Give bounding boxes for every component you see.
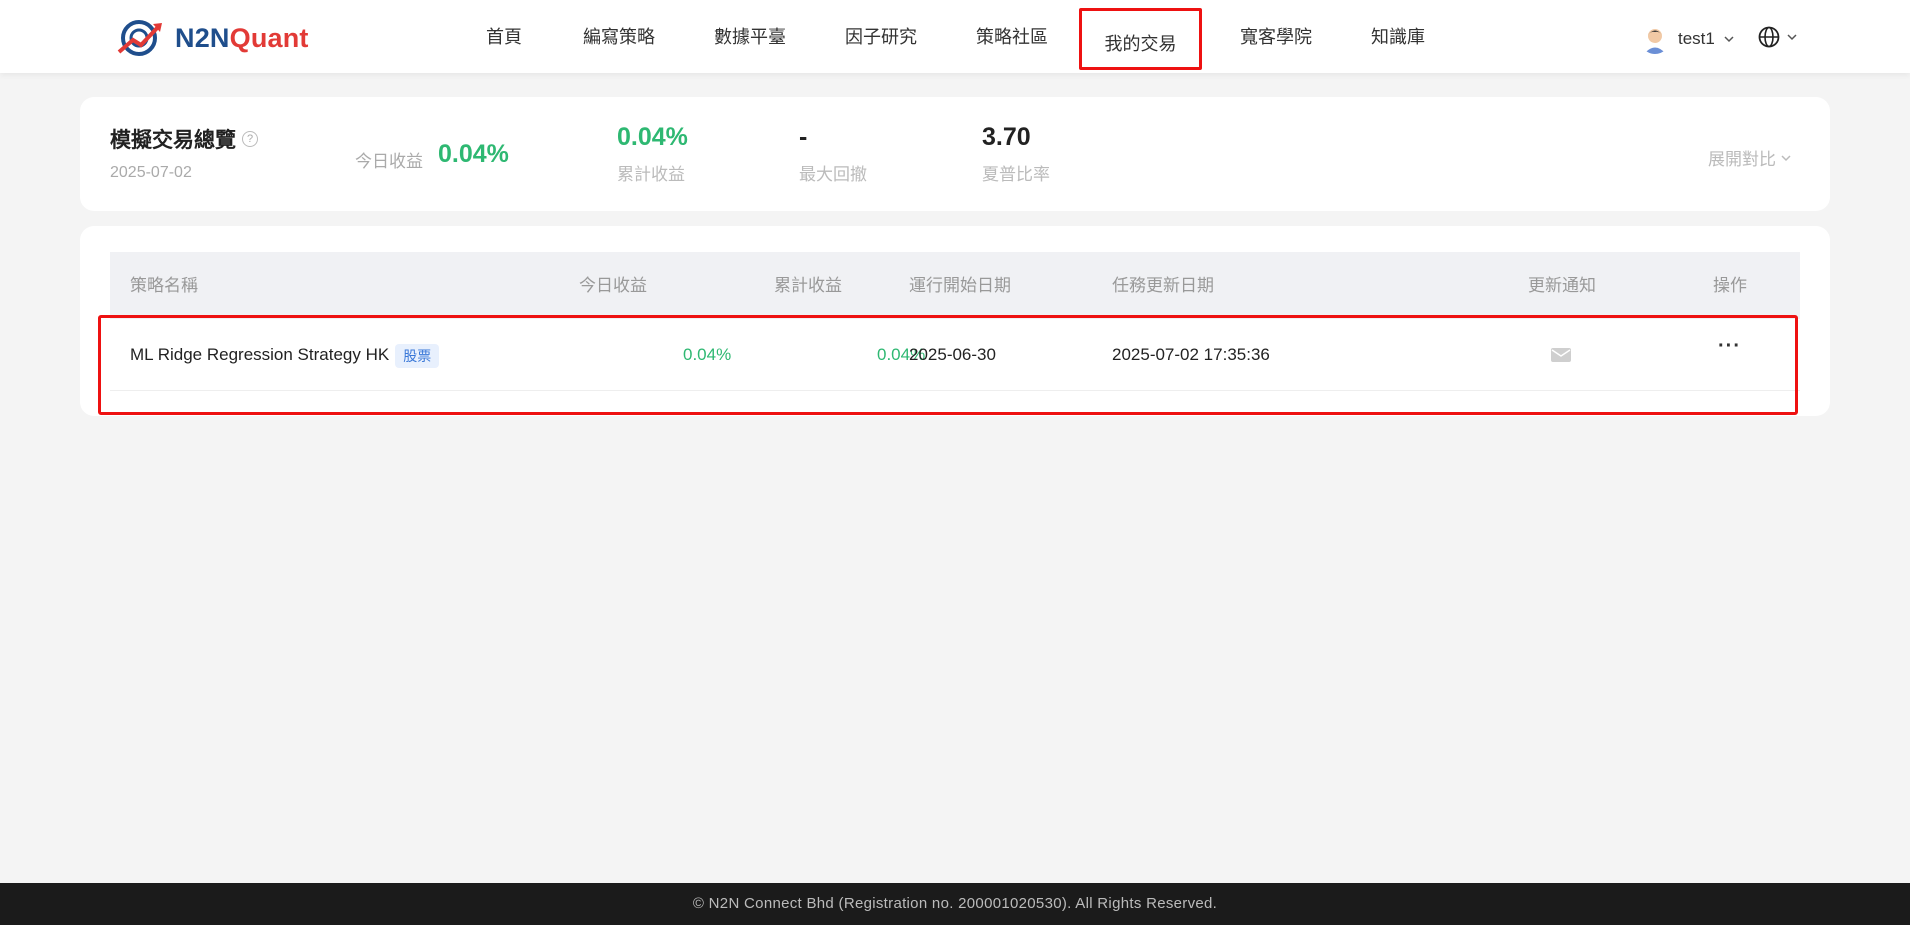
language-switcher[interactable]: [1758, 26, 1798, 48]
question-icon[interactable]: ?: [242, 131, 258, 147]
expand-compare-button[interactable]: 展開對比: [1708, 145, 1792, 170]
column-header-start-date: 運行開始日期: [909, 276, 1011, 295]
more-actions-icon[interactable]: ···: [1718, 335, 1741, 358]
overview-title: 模擬交易總覽 ?: [110, 124, 258, 154]
nav-item-home[interactable]: 首頁: [486, 0, 522, 73]
today-return-cell: 0.04%: [683, 345, 732, 364]
asset-type-tag: 股票: [395, 343, 440, 368]
nav-item-strategy-community[interactable]: 策略社區: [976, 0, 1048, 73]
column-header-update-date: 任務更新日期: [1112, 276, 1214, 295]
column-header-today-return: 今日收益: [579, 276, 647, 295]
globe-icon: [1758, 26, 1780, 48]
nav-item-my-trades[interactable]: 我的交易: [1079, 8, 1202, 70]
overview-title-text: 模擬交易總覽: [110, 129, 236, 152]
column-header-actions: 操作: [1713, 276, 1747, 295]
column-header-cumulative-return: 累計收益: [774, 276, 842, 295]
strategy-name-cell: ML Ridge Regression Strategy HK 股票: [130, 319, 440, 391]
top-header: N2NQuant 首頁 編寫策略 數據平臺 因子研究 策略社區 我的交易 寬客學…: [0, 0, 1910, 73]
start-date-cell: 2025-06-30: [909, 345, 996, 364]
user-name: test1: [1678, 29, 1715, 48]
logo[interactable]: N2NQuant: [115, 18, 309, 58]
avatar: [1640, 24, 1670, 54]
strategy-name[interactable]: ML Ridge Regression Strategy HK: [130, 345, 389, 364]
nav-item-write-strategy[interactable]: 編寫策略: [583, 0, 655, 73]
strategy-table-card: 策略名稱 今日收益 累計收益 運行開始日期 任務更新日期 更新通知 操作 ML …: [80, 226, 1830, 416]
nav-item-quant-academy[interactable]: 寬客學院: [1240, 0, 1312, 73]
column-header-notification: 更新通知: [1528, 276, 1596, 295]
logo-icon: [117, 20, 162, 56]
brand-name: N2NQuant: [175, 23, 309, 54]
chevron-down-icon: [1787, 34, 1797, 41]
page-footer: © N2N Connect Bhd (Registration no. 2000…: [0, 883, 1910, 925]
metric-label: 累計收益: [617, 165, 685, 184]
table-header: 策略名稱 今日收益 累計收益 運行開始日期 任務更新日期 更新通知 操作: [110, 252, 1800, 319]
column-header-strategy-name: 策略名稱: [130, 276, 198, 295]
update-date-cell: 2025-07-02 17:35:36: [1112, 345, 1270, 364]
expand-compare-label: 展開對比: [1708, 150, 1776, 169]
metric-max-drawdown: - 最大回撤: [799, 123, 867, 185]
metric-label: 夏普比率: [982, 165, 1050, 184]
metric-value: -: [799, 123, 808, 151]
nav-item-data-platform[interactable]: 數據平臺: [714, 0, 786, 73]
brand-part-2: Quant: [229, 22, 309, 53]
nav-item-knowledge-base[interactable]: 知識庫: [1371, 0, 1425, 73]
brand-part-1: N2N: [175, 22, 230, 53]
overview-date: 2025-07-02: [110, 164, 192, 181]
today-return-value: 0.04%: [438, 140, 509, 168]
mail-icon[interactable]: [1551, 347, 1571, 363]
table-row[interactable]: ML Ridge Regression Strategy HK 股票 0.04% …: [110, 319, 1800, 391]
user-menu[interactable]: test1: [1640, 24, 1735, 54]
nav-item-factor-research[interactable]: 因子研究: [845, 0, 917, 73]
metric-label: 最大回撤: [799, 165, 867, 184]
today-return-label: 今日收益: [355, 152, 423, 171]
overview-card: 模擬交易總覽 ? 2025-07-02 今日收益 0.04% 0.04% 累計收…: [80, 97, 1830, 211]
chevron-down-icon: [1724, 36, 1734, 43]
metric-sharpe-ratio: 3.70 夏普比率: [982, 123, 1050, 185]
chevron-down-icon: [1781, 154, 1791, 161]
metric-cumulative-return: 0.04% 累計收益: [617, 123, 688, 185]
metric-value: 0.04%: [617, 123, 688, 151]
metric-value: 3.70: [982, 123, 1031, 151]
